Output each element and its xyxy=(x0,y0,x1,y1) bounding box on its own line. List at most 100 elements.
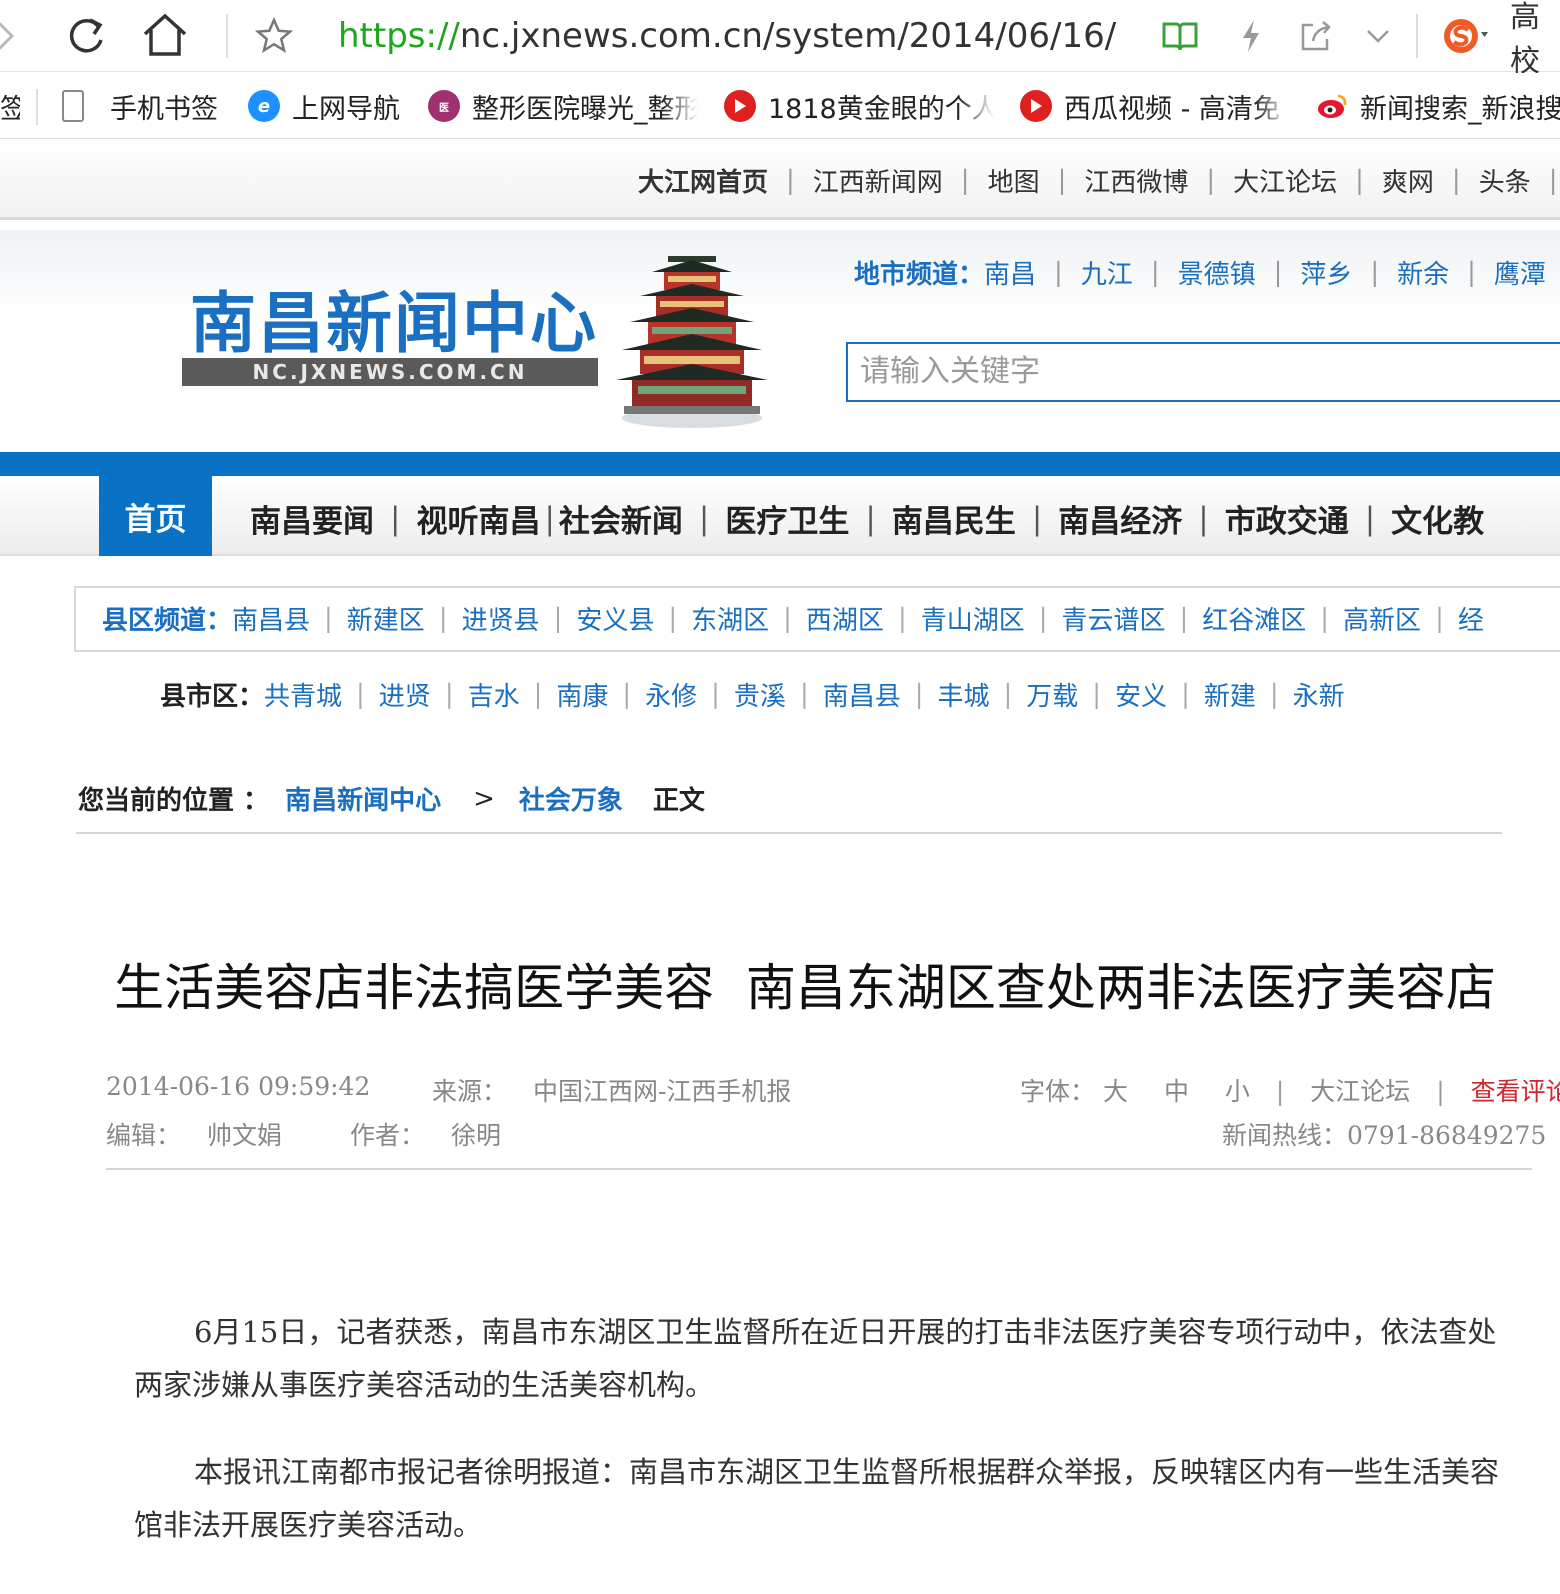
nav-tab[interactable]: 南昌民生 xyxy=(892,496,1016,541)
city-link-nanchang[interactable]: 南昌 xyxy=(984,254,1036,291)
bookmark-divider xyxy=(36,89,38,125)
breadcrumb-home-link[interactable]: 南昌新闻中心 xyxy=(285,780,441,817)
top-link[interactable]: 地图 xyxy=(988,162,1040,199)
browser-toolbar: https://nc.jxnews.com.cn/system/2014/06/… xyxy=(0,0,1560,79)
bookmark-clinic[interactable]: 医 整形医院曝光_整形 xyxy=(428,83,698,129)
reader-mode-icon[interactable] xyxy=(1160,16,1200,56)
main-nav: 首页 南昌要闻 | 视听南昌 | 社会新闻 | 医疗卫生 | 南昌民生 | 南昌经济 | 市… xyxy=(0,476,1560,556)
nav-tab[interactable]: 社会新闻 xyxy=(559,496,683,541)
font-small-button[interactable]: 小 xyxy=(1225,1077,1250,1106)
nav-tab-home[interactable]: 首页 xyxy=(99,476,212,556)
article-editor: 编辑： 帅文娟 xyxy=(106,1116,282,1152)
separator: | xyxy=(438,603,448,634)
sogou-logo-icon[interactable] xyxy=(1440,12,1490,60)
separator: | xyxy=(914,679,924,710)
county-link[interactable]: 安义县 xyxy=(576,600,654,637)
county-city-link[interactable]: 新建 xyxy=(1204,676,1256,713)
nav-tab[interactable]: 南昌经济 xyxy=(1058,496,1182,541)
county-link[interactable]: 新建区 xyxy=(347,600,425,637)
county-city-link[interactable]: 吉水 xyxy=(468,676,520,713)
font-large-button[interactable]: 大 xyxy=(1103,1077,1128,1106)
county-city-link[interactable]: 共青城 xyxy=(264,676,342,713)
top-link[interactable]: 爽网 xyxy=(1382,162,1434,199)
county-link[interactable]: 东湖区 xyxy=(691,600,769,637)
nav-tab[interactable]: 视听南昌 xyxy=(416,496,540,541)
county-city-label: 县市区： xyxy=(160,682,265,712)
nav-tab[interactable]: 南昌要闻 xyxy=(250,496,374,541)
forward-icon[interactable] xyxy=(0,18,18,54)
separator: | xyxy=(1451,165,1461,196)
separator: | xyxy=(1206,165,1216,196)
separator: | xyxy=(1057,165,1067,196)
county-link[interactable]: 红谷滩区 xyxy=(1202,600,1306,637)
lightning-icon[interactable] xyxy=(1236,16,1266,56)
article-paragraph: 6月15日，记者获悉，南昌市东湖区卫生监督所在近日开展的打击非法医疗美容专项行动… xyxy=(134,1315,1497,1402)
city-link-xinyu[interactable]: 新余 xyxy=(1397,254,1449,291)
top-link[interactable]: 大江论坛 xyxy=(1233,162,1337,199)
top-link[interactable]: 头条 xyxy=(1479,162,1531,199)
article-paragraph: 本报讯江南都市报记者徐明报道：南昌市东湖区卫生监督所根据群众举报，反映辖区内有一… xyxy=(134,1455,1500,1542)
county-city-link[interactable]: 永新 xyxy=(1293,676,1345,713)
share-icon[interactable] xyxy=(1296,16,1336,56)
bookmark-mobile[interactable]: 手机书签 xyxy=(62,83,232,129)
view-comments-link[interactable]: 查看评论 xyxy=(1471,1077,1560,1106)
bookmark-nav[interactable]: e 上网导航 xyxy=(248,83,408,129)
nav-tab[interactable]: 文化教 xyxy=(1391,496,1484,541)
county-city-link[interactable]: 南康 xyxy=(556,676,608,713)
chevron-down-icon[interactable] xyxy=(1362,20,1394,52)
nav-tab[interactable]: 医疗卫生 xyxy=(725,496,849,541)
forum-link[interactable]: 大江论坛 xyxy=(1310,1077,1410,1106)
city-link-jingdezhen[interactable]: 景德镇 xyxy=(1178,254,1256,291)
nav-tab[interactable]: 市政交通 xyxy=(1225,496,1349,541)
nav-accent-bar xyxy=(0,452,1560,476)
county-city-link[interactable]: 安义 xyxy=(1115,676,1167,713)
county-city-link[interactable]: 丰城 xyxy=(937,676,989,713)
bookmark-item[interactable]: 签 xyxy=(0,83,20,129)
font-size-label: 字体： xyxy=(1020,1077,1096,1106)
url-scheme: https:// xyxy=(338,16,460,56)
county-city-link[interactable]: 永修 xyxy=(645,676,697,713)
top-link[interactable]: 江西微博 xyxy=(1084,162,1188,199)
breadcrumb: 您当前的位置 ： 南昌新闻中心 > 社会万象 正文 xyxy=(78,780,705,817)
breadcrumb-section-link[interactable]: 社会万象 xyxy=(519,780,623,817)
top-link-home[interactable]: 大江网首页 xyxy=(638,162,768,199)
profile-label[interactable]: 高校 xyxy=(1510,0,1560,79)
county-link[interactable]: 青山湖区 xyxy=(921,600,1025,637)
text-fade xyxy=(662,83,698,129)
county-city-link[interactable]: 南昌县 xyxy=(823,676,901,713)
city-link-pingxiang[interactable]: 萍乡 xyxy=(1300,254,1352,291)
separator: | xyxy=(1092,679,1102,710)
separator: | xyxy=(1038,603,1048,634)
county-link[interactable]: 高新区 xyxy=(1343,600,1421,637)
author-value: 徐明 xyxy=(450,1121,501,1150)
bookmark-1818[interactable]: 1818黄金眼的个人 xyxy=(724,83,994,129)
bookmark-sina[interactable]: 新闻搜索_新浪搜 xyxy=(1316,83,1560,129)
top-link[interactable]: 江西新闻网 xyxy=(813,162,943,199)
county-link[interactable]: 西湖区 xyxy=(806,600,884,637)
reload-icon[interactable] xyxy=(62,12,110,60)
separator: | xyxy=(1435,603,1444,634)
county-city-link[interactable]: 进贤 xyxy=(379,676,431,713)
bookmark-label: 上网导航 xyxy=(292,93,400,125)
separator: | xyxy=(1273,257,1283,288)
site-logo-title[interactable]: 南昌新闻中心 xyxy=(190,270,598,366)
clinic-icon: 医 xyxy=(428,90,460,122)
separator: | xyxy=(786,165,795,196)
address-bar[interactable]: https://nc.jxnews.com.cn/system/2014/06/… xyxy=(338,12,1118,60)
county-link[interactable]: 进贤县 xyxy=(462,600,540,637)
county-city-link[interactable]: 万载 xyxy=(1026,676,1078,713)
search-input[interactable]: 请输入关键字 xyxy=(846,342,1560,402)
divider xyxy=(106,1168,1532,1170)
city-link-yingtan[interactable]: 鹰潭 xyxy=(1494,254,1546,291)
home-icon[interactable] xyxy=(138,10,192,60)
star-bookmark-icon[interactable] xyxy=(252,14,296,58)
article-source: 来源： 中国江西网-江西手机报 xyxy=(432,1072,791,1108)
article-datetime: 2014-06-16 09:59:42 xyxy=(106,1072,371,1101)
county-city-link[interactable]: 贵溪 xyxy=(734,676,786,713)
bookmark-xigua[interactable]: 西瓜视频 - 高清免 xyxy=(1020,83,1290,129)
city-link-jiujiang[interactable]: 九江 xyxy=(1081,254,1133,291)
county-link[interactable]: 南昌县 xyxy=(232,600,310,637)
county-link[interactable]: 经 xyxy=(1458,600,1484,637)
font-medium-button[interactable]: 中 xyxy=(1164,1077,1189,1106)
county-link[interactable]: 青云谱区 xyxy=(1061,600,1165,637)
